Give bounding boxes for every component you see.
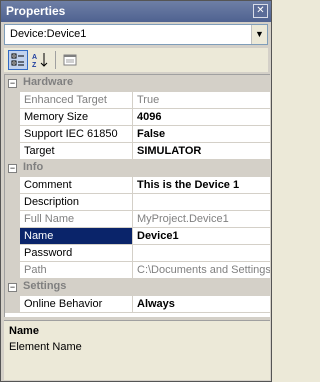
property-pages-button[interactable] xyxy=(60,50,80,70)
property-row-description[interactable]: Description xyxy=(5,194,270,211)
category-hardware[interactable]: − Hardware xyxy=(5,75,270,92)
property-row-support-iec-61850[interactable]: Support IEC 61850 False xyxy=(5,126,270,143)
category-label: Hardware xyxy=(23,76,74,88)
property-name: Full Name xyxy=(20,211,133,228)
collapse-icon[interactable]: − xyxy=(8,283,17,292)
properties-window: Properties ✕ Device:Device1 ▼ A Z − Hard… xyxy=(0,0,272,382)
close-button[interactable]: ✕ xyxy=(253,4,268,18)
property-name: Support IEC 61850 xyxy=(20,126,133,143)
property-value[interactable]: This is the Device 1 xyxy=(133,177,270,194)
property-value: MyProject.Device1 xyxy=(133,211,270,228)
property-row-full-name[interactable]: Full Name MyProject.Device1 xyxy=(5,211,270,228)
window-title: Properties xyxy=(6,4,66,18)
category-info[interactable]: − Info xyxy=(5,160,270,177)
help-title: Name xyxy=(9,325,39,337)
category-label: Settings xyxy=(23,280,67,292)
collapse-icon[interactable]: − xyxy=(8,79,17,88)
toolbar: A Z xyxy=(4,48,268,72)
property-name: Memory Size xyxy=(20,109,133,126)
property-row-comment[interactable]: Comment This is the Device 1 xyxy=(5,177,270,194)
property-value[interactable]: Always xyxy=(133,296,270,313)
property-row-online-behavior[interactable]: Online Behavior Always xyxy=(5,296,270,313)
property-row-password[interactable]: Password xyxy=(5,245,270,262)
categorized-icon xyxy=(11,53,24,66)
property-row-target[interactable]: Target SIMULATOR xyxy=(5,143,270,160)
svg-text:A: A xyxy=(32,54,37,61)
property-name: Enhanced Target xyxy=(20,92,133,109)
property-name: Name xyxy=(20,228,133,245)
alphabetical-button[interactable]: A Z xyxy=(30,50,50,70)
toolbar-separator xyxy=(55,51,56,69)
help-panel: Name Element Name xyxy=(4,320,270,380)
property-row-name[interactable]: Name Device1 xyxy=(5,228,270,245)
property-name: Description xyxy=(20,194,133,211)
categorized-button[interactable] xyxy=(8,50,28,70)
property-name: Path xyxy=(20,262,133,279)
property-row-path[interactable]: Path C:\Documents and Settings\ xyxy=(5,262,270,279)
property-value: C:\Documents and Settings\ xyxy=(133,262,270,279)
object-selector-value: Device:Device1 xyxy=(10,28,87,40)
property-value: True xyxy=(133,92,270,109)
svg-text:Z: Z xyxy=(32,62,37,68)
property-value[interactable]: 4096 xyxy=(133,109,270,126)
property-name: Comment xyxy=(20,177,133,194)
property-name: Online Behavior xyxy=(20,296,133,313)
title-bar[interactable]: Properties ✕ xyxy=(1,1,271,22)
property-row-enhanced-target[interactable]: Enhanced Target True xyxy=(5,92,270,109)
property-name: Target xyxy=(20,143,133,160)
property-value[interactable] xyxy=(133,245,270,262)
property-name: Password xyxy=(20,245,133,262)
chevron-down-icon: ▼ xyxy=(255,29,264,39)
category-label: Info xyxy=(23,161,44,173)
sort-alphabetical-icon: A Z xyxy=(32,53,48,68)
help-description: Element Name xyxy=(9,341,82,353)
property-value[interactable]: SIMULATOR xyxy=(133,143,270,160)
property-row-memory-size[interactable]: Memory Size 4096 xyxy=(5,109,270,126)
close-icon: ✕ xyxy=(256,5,265,16)
property-value[interactable]: Device1 xyxy=(133,228,270,245)
dropdown-arrow[interactable]: ▼ xyxy=(251,25,267,44)
property-value[interactable]: False xyxy=(133,126,270,143)
collapse-icon[interactable]: − xyxy=(8,164,17,173)
property-pages-icon xyxy=(63,54,77,66)
property-grid: − Hardware Enhanced Target True Memory S… xyxy=(4,74,270,317)
object-selector[interactable]: Device:Device1 ▼ xyxy=(4,24,268,45)
property-value[interactable] xyxy=(133,194,270,211)
category-settings[interactable]: − Settings xyxy=(5,279,270,296)
